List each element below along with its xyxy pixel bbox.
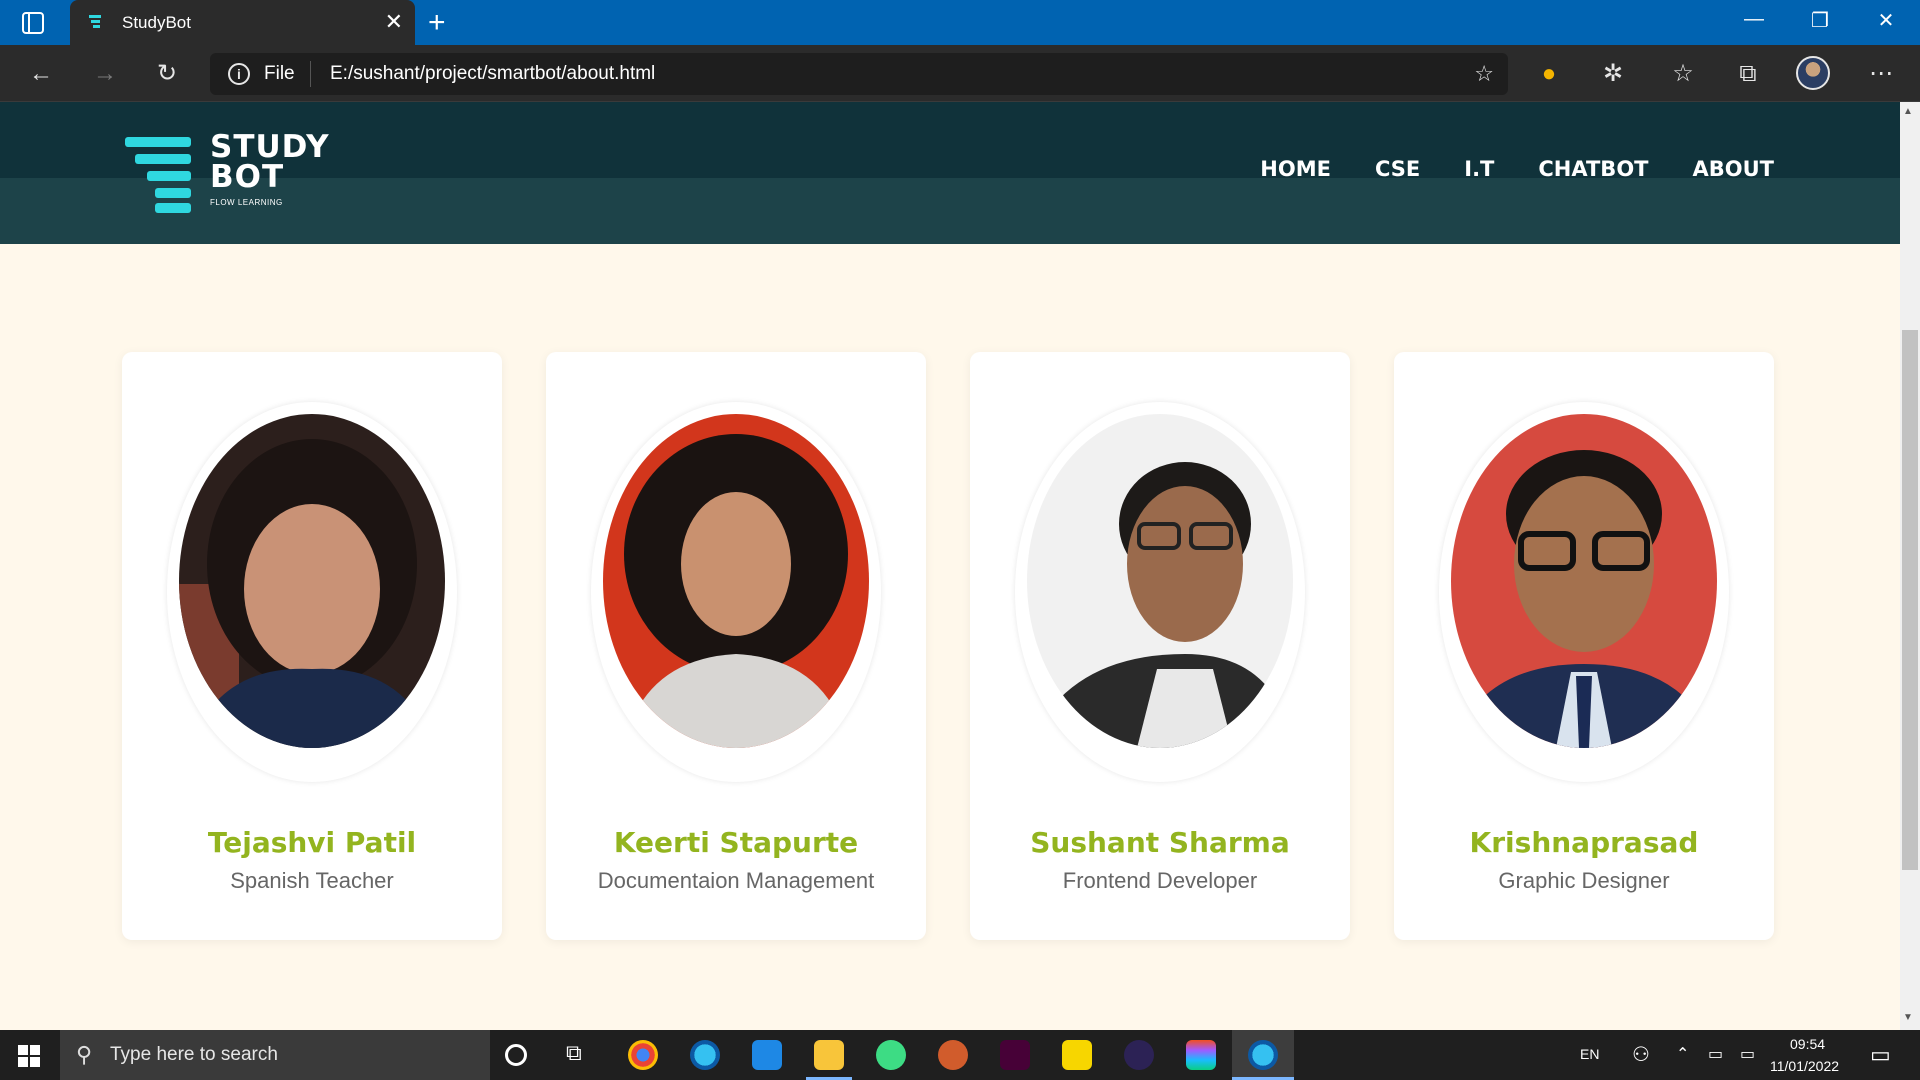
- battery-icon[interactable]: ▭: [1740, 1044, 1755, 1064]
- team-grid: Tejashvi Patil Spanish Teacher Keerti St…: [122, 352, 1774, 940]
- notifications-icon[interactable]: ▭: [1870, 1042, 1891, 1068]
- add-favorite-icon[interactable]: ☆: [1474, 61, 1494, 87]
- logo-tagline: FLOW LEARNING: [210, 198, 283, 207]
- close-window-button[interactable]: ✕: [1866, 8, 1906, 33]
- member-name: Krishnaprasad: [1469, 826, 1699, 859]
- member-photo: [603, 414, 869, 748]
- nav-home[interactable]: HOME: [1260, 157, 1331, 181]
- member-photo: [1027, 414, 1293, 748]
- member-role: Documentaion Management: [597, 868, 875, 893]
- taskbar-search[interactable]: ⚲ Type here to search: [60, 1030, 490, 1080]
- back-arrow-icon[interactable]: ←: [26, 59, 56, 89]
- more-options-icon[interactable]: ⋯: [1866, 59, 1896, 89]
- extensions-puzzle-icon[interactable]: ✲: [1598, 59, 1628, 89]
- member-name: Keerti Stapurte: [613, 826, 859, 859]
- favorites-icon[interactable]: ☆: [1668, 59, 1698, 89]
- address-scheme: File: [264, 63, 295, 84]
- network-icon[interactable]: ▭: [1708, 1044, 1723, 1064]
- logo-line-1: STUDY: [210, 129, 330, 165]
- edge-icon[interactable]: [690, 1040, 720, 1070]
- address-bar[interactable]: i File E:/sushant/project/smartbot/about…: [210, 53, 1508, 95]
- nav-cse[interactable]: CSE: [1375, 157, 1420, 181]
- file-explorer-icon[interactable]: [814, 1040, 844, 1070]
- member-photo: [1451, 414, 1717, 748]
- collections-icon[interactable]: ⧉: [1733, 59, 1763, 89]
- member-role: Graphic Designer: [1498, 868, 1670, 893]
- scroll-up-icon[interactable]: ▲: [1903, 106, 1913, 117]
- media-player-icon[interactable]: [938, 1040, 968, 1070]
- edge-active-icon: [1248, 1040, 1278, 1070]
- windows-start-icon[interactable]: [18, 1045, 40, 1067]
- site-info-icon[interactable]: i: [228, 63, 250, 85]
- language-indicator[interactable]: EN: [1580, 1046, 1599, 1062]
- sticky-notes-icon[interactable]: [1062, 1040, 1092, 1070]
- forward-arrow-icon[interactable]: →: [90, 59, 120, 89]
- show-hidden-icons[interactable]: ⌃: [1676, 1044, 1689, 1064]
- search-placeholder: Type here to search: [110, 1044, 278, 1065]
- extension-google-icon[interactable]: ●: [1534, 59, 1564, 89]
- member-photo: [179, 414, 445, 748]
- android-studio-icon[interactable]: [876, 1040, 906, 1070]
- scrollbar-thumb[interactable]: [1902, 330, 1918, 870]
- scroll-down-icon[interactable]: ▼: [1903, 1012, 1913, 1023]
- refresh-icon[interactable]: ↻: [152, 59, 182, 89]
- member-name: Sushant Sharma: [1030, 826, 1290, 859]
- member-role: Frontend Developer: [1062, 868, 1258, 893]
- browser-title-bar: StudyBot ✕ + — ❐ ✕: [0, 0, 1920, 45]
- tab-actions-icon[interactable]: [20, 11, 50, 35]
- minimize-button[interactable]: —: [1734, 8, 1774, 31]
- clock-time[interactable]: 09:54: [1790, 1036, 1825, 1052]
- studybot-logo-icon[interactable]: [125, 137, 193, 213]
- restore-button[interactable]: ❐: [1800, 8, 1840, 33]
- profile-avatar[interactable]: [1796, 56, 1830, 90]
- windows-taskbar: ⚲ Type here to search ⧉ EN ⚇ ⌃ ▭ ▭ 09:54…: [0, 1030, 1920, 1080]
- pc-icon[interactable]: [752, 1040, 782, 1070]
- member-role: Spanish Teacher: [230, 868, 394, 893]
- adobe-xd-icon[interactable]: [1000, 1040, 1030, 1070]
- search-icon: ⚲: [76, 1042, 93, 1067]
- address-divider: [310, 61, 311, 87]
- studybot-favicon-icon: [89, 15, 101, 28]
- eclipse-icon[interactable]: [1124, 1040, 1154, 1070]
- team-card: Sushant Sharma Frontend Developer: [970, 352, 1350, 940]
- browser-toolbar: ← → ↻ i File E:/sushant/project/smartbot…: [0, 45, 1920, 102]
- team-card: Krishnaprasad Graphic Designer: [1394, 352, 1774, 940]
- nav-chatbot[interactable]: CHATBOT: [1538, 157, 1648, 181]
- active-taskbar-app[interactable]: [1232, 1030, 1294, 1080]
- nav-about[interactable]: ABOUT: [1693, 157, 1775, 181]
- nav-it[interactable]: I.T: [1464, 157, 1494, 181]
- cortana-icon[interactable]: [505, 1044, 527, 1066]
- logo-wordmark[interactable]: STUDY BOT: [210, 129, 330, 195]
- clock-date[interactable]: 11/01/2022: [1770, 1058, 1839, 1074]
- tab-title: StudyBot: [122, 13, 191, 32]
- main-nav: HOME CSE I.T CHATBOT ABOUT: [1260, 157, 1774, 181]
- address-url[interactable]: E:/sushant/project/smartbot/about.html: [330, 63, 655, 85]
- chrome-icon[interactable]: [628, 1040, 658, 1070]
- tab-close-icon[interactable]: ✕: [385, 10, 403, 34]
- team-card: Keerti Stapurte Documentaion Management: [546, 352, 926, 940]
- figma-icon[interactable]: [1186, 1040, 1216, 1070]
- people-icon[interactable]: ⚇: [1632, 1042, 1650, 1067]
- logo-line-2: BOT: [210, 159, 285, 195]
- task-view-icon[interactable]: ⧉: [566, 1040, 596, 1070]
- team-card: Tejashvi Patil Spanish Teacher: [122, 352, 502, 940]
- new-tab-button[interactable]: +: [428, 8, 446, 38]
- member-name: Tejashvi Patil: [207, 826, 417, 859]
- browser-tab[interactable]: StudyBot ✕: [70, 0, 415, 45]
